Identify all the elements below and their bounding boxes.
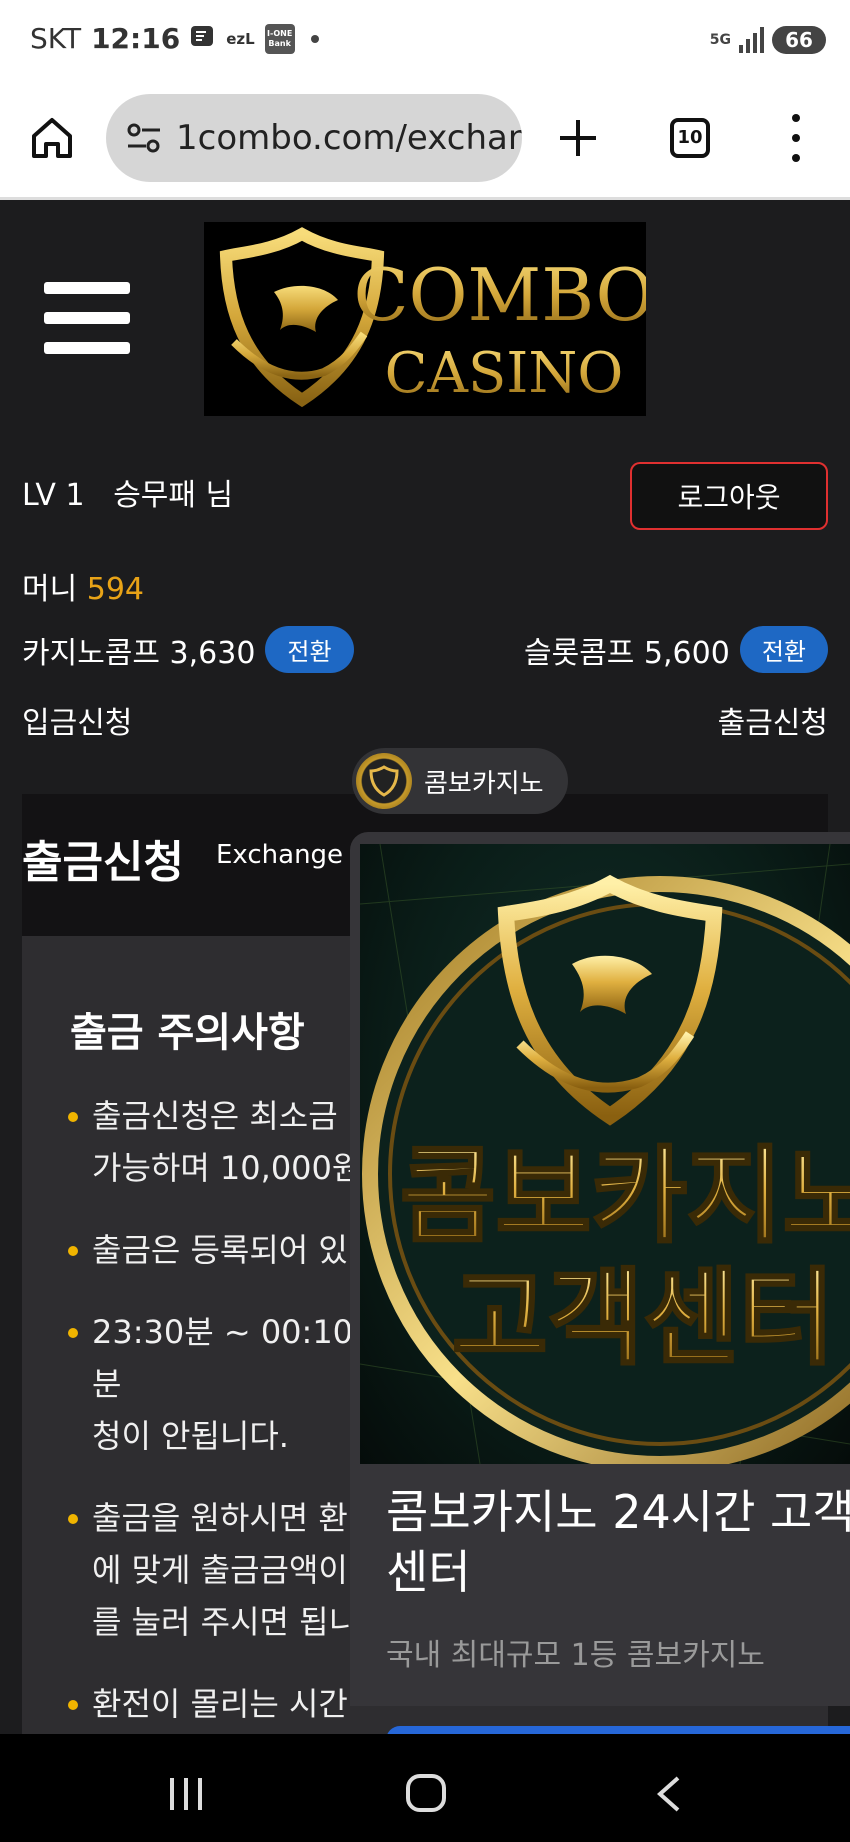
user-name: 승무패 님 — [113, 478, 234, 513]
status-bar: SKT 12:16 ezL I-ONE Bank 5G 66 — [0, 0, 850, 80]
home-icon[interactable] — [28, 114, 76, 162]
withdraw-link[interactable]: 출금신청 — [718, 698, 828, 742]
notice-item: 출금은 등록되어 있 — [66, 1224, 366, 1276]
address-bar[interactable]: 1combo.com/exchan — [106, 94, 522, 182]
money-label: 머니 — [22, 572, 78, 607]
clock-time: 12:16 — [91, 22, 181, 55]
customer-center-popup[interactable]: 콤보카지노 고객센터 콤보카지노 24시간 고객 센터 국내 최대규모 1등 콤… — [350, 832, 850, 1706]
user-level: LV 1 — [22, 478, 85, 513]
chat-label[interactable]: 콤보카지노 — [424, 763, 544, 800]
popup-title[interactable]: 콤보카지노 24시간 고객 센터 — [386, 1482, 850, 1602]
plus-icon[interactable] — [556, 116, 600, 160]
notice-title: 출금 주의사항 — [70, 1010, 305, 1056]
more-vert-icon[interactable] — [780, 114, 812, 162]
casino-comp-label: 카지노콤프 3,630 — [22, 635, 256, 671]
ezl-icon: ezL — [226, 29, 255, 48]
signal-icon — [739, 27, 764, 53]
menu-icon[interactable] — [44, 282, 130, 354]
chat-badge[interactable]: 콤보카지노 — [352, 748, 568, 814]
slot-comp-convert-button[interactable]: 전환 — [739, 626, 828, 673]
casino-comp-convert-button[interactable]: 전환 — [265, 626, 354, 673]
page-title: 출금신청 — [22, 837, 184, 888]
network-type: 5G — [709, 32, 731, 48]
recents-icon[interactable] — [170, 1778, 202, 1810]
ione-bank-icon: I-ONE Bank — [264, 23, 295, 54]
money-balance: 머니 594 — [22, 564, 144, 608]
back-icon[interactable] — [650, 1774, 690, 1814]
deposit-link[interactable]: 입금신청 — [22, 698, 132, 742]
notice-list: 출금신청은 최소금 가능하며 10,000원 출금은 등록되어 있 23:30분… — [66, 1090, 366, 1812]
combo-avatar-icon — [356, 753, 412, 809]
logo-text-casino: CASINO — [385, 341, 624, 406]
browser-toolbar: 1combo.com/exchan 10 — [0, 80, 850, 200]
money-value: 594 — [86, 572, 145, 607]
nav-home-icon[interactable] — [406, 1774, 446, 1812]
site-logo[interactable]: COMBO CASINO — [204, 222, 655, 416]
notice-item: 출금신청은 최소금 가능하며 10,000원 — [66, 1090, 366, 1194]
tabs-icon[interactable]: 10 — [670, 118, 710, 158]
casino-comp: 카지노콤프 3,630 전환 — [22, 626, 354, 673]
popup-description: 국내 최대규모 1등 콤보카지노 — [386, 1638, 765, 1673]
notice-item: 출금을 원하시면 환 에 맞게 출금금액이 를 눌러 주시면 됩니 — [66, 1492, 366, 1648]
notice-item: 23:30분 ~ 00:10분 청이 안됩니다. — [66, 1306, 366, 1462]
page-subtitle: Exchange — [216, 840, 344, 870]
user-info: LV 1 승무패 님 — [22, 470, 233, 514]
carrier-label: SKT — [30, 22, 82, 55]
site-header: COMBO CASINO — [0, 222, 850, 422]
battery-indicator: 66 — [772, 26, 826, 54]
logout-button[interactable]: 로그아웃 — [630, 462, 828, 530]
popup-banner[interactable]: 콤보카지노 고객센터 — [360, 844, 850, 1464]
more-notifications-dot — [310, 34, 319, 43]
banner-line2: 고객센터 — [452, 1257, 835, 1379]
url-text[interactable]: 1combo.com/exchan — [156, 118, 522, 158]
slot-comp-label: 슬롯콤프 5,600 — [524, 635, 730, 671]
system-nav-bar — [0, 1734, 850, 1842]
notification-icon — [190, 22, 216, 55]
logo-text-combo: COMBO — [353, 253, 646, 337]
tune-icon[interactable] — [126, 122, 162, 154]
banner-line1: 콤보카지노 — [400, 1135, 850, 1257]
slot-comp: 슬롯콤프 5,600 전환 — [524, 626, 828, 673]
